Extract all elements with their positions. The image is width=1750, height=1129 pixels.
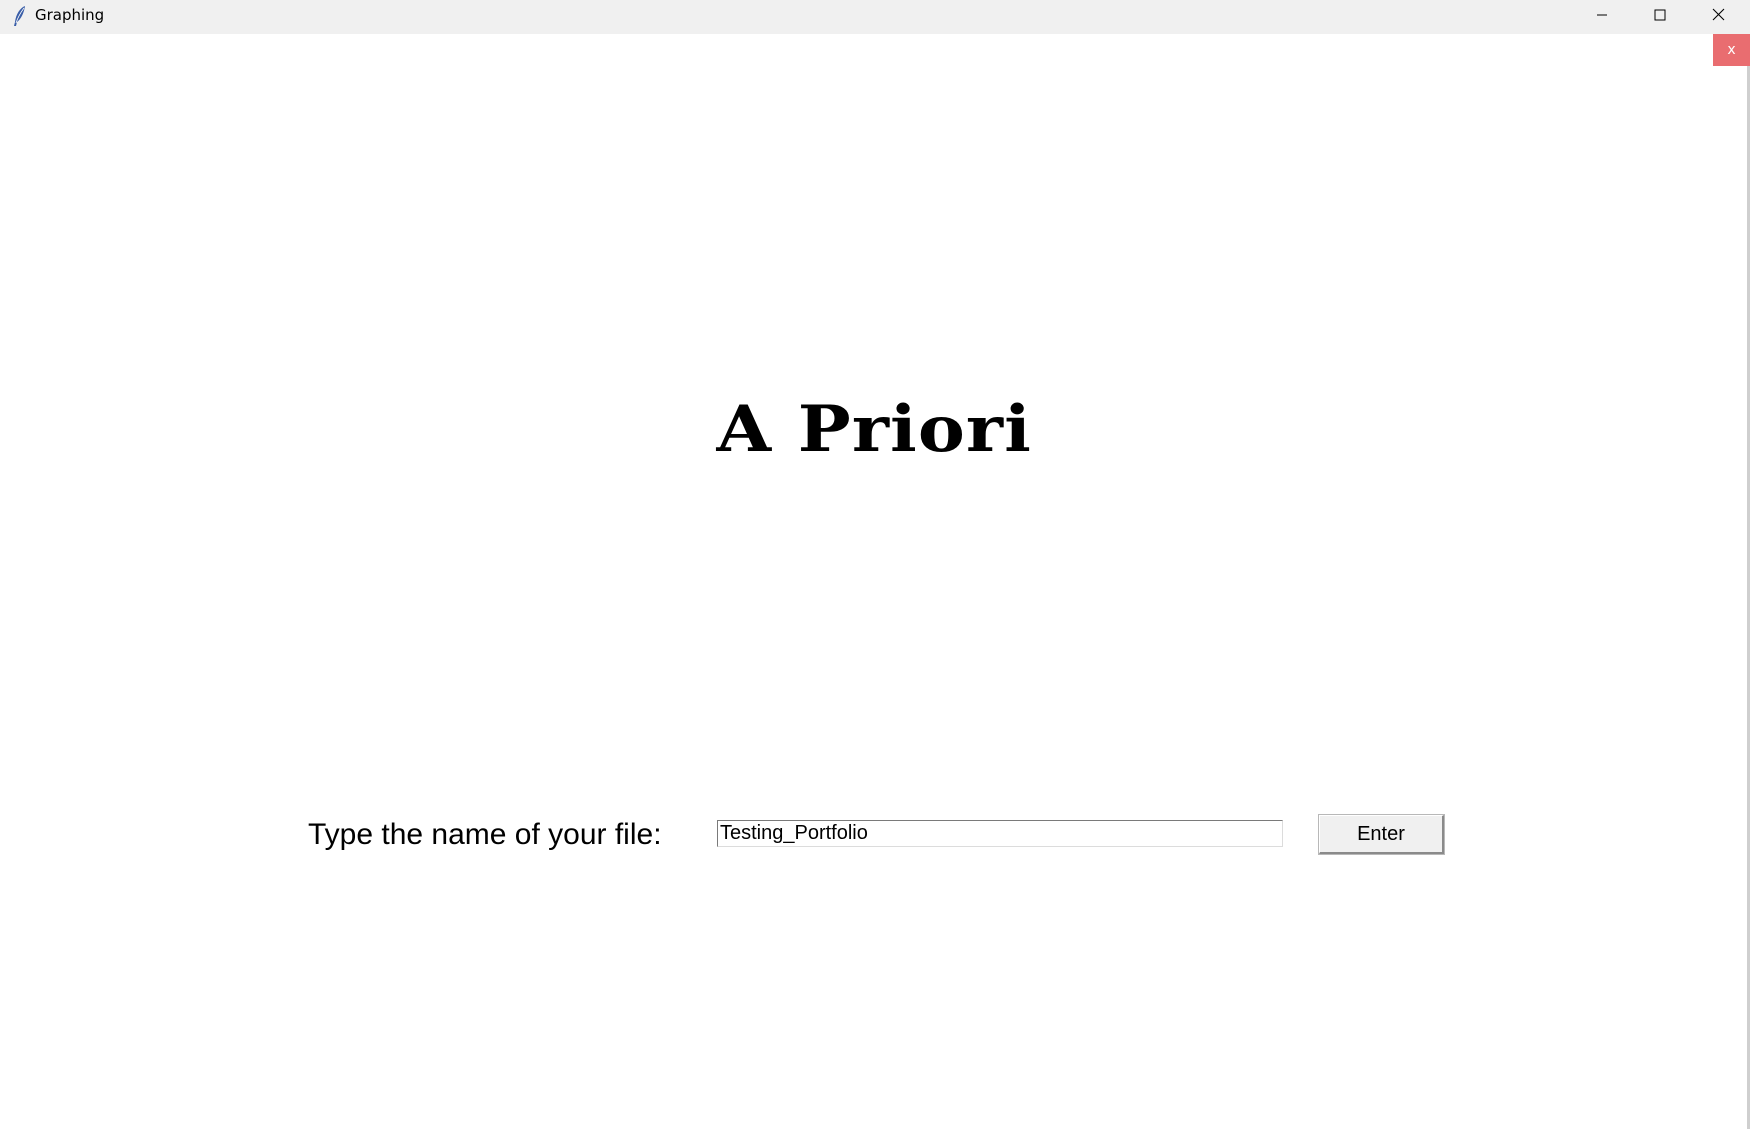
minimize-button[interactable] [1574,0,1630,30]
enter-button[interactable]: Enter [1319,815,1444,854]
maximize-button[interactable] [1632,0,1688,30]
minimize-icon [1596,6,1608,25]
overlay-close-button[interactable]: x [1713,34,1750,66]
close-icon [1712,6,1725,25]
file-name-label: Type the name of your file: [308,818,662,851]
feather-icon [12,5,28,27]
window-close-button[interactable] [1690,0,1746,30]
page-title: A Priori [716,392,1032,467]
window-title: Graphing [35,6,105,24]
app-window: Graphing x A Priori Type the name of you… [0,0,1750,1129]
file-name-input[interactable] [717,820,1283,847]
title-bar[interactable]: Graphing [0,0,1750,34]
maximize-icon [1654,6,1666,25]
